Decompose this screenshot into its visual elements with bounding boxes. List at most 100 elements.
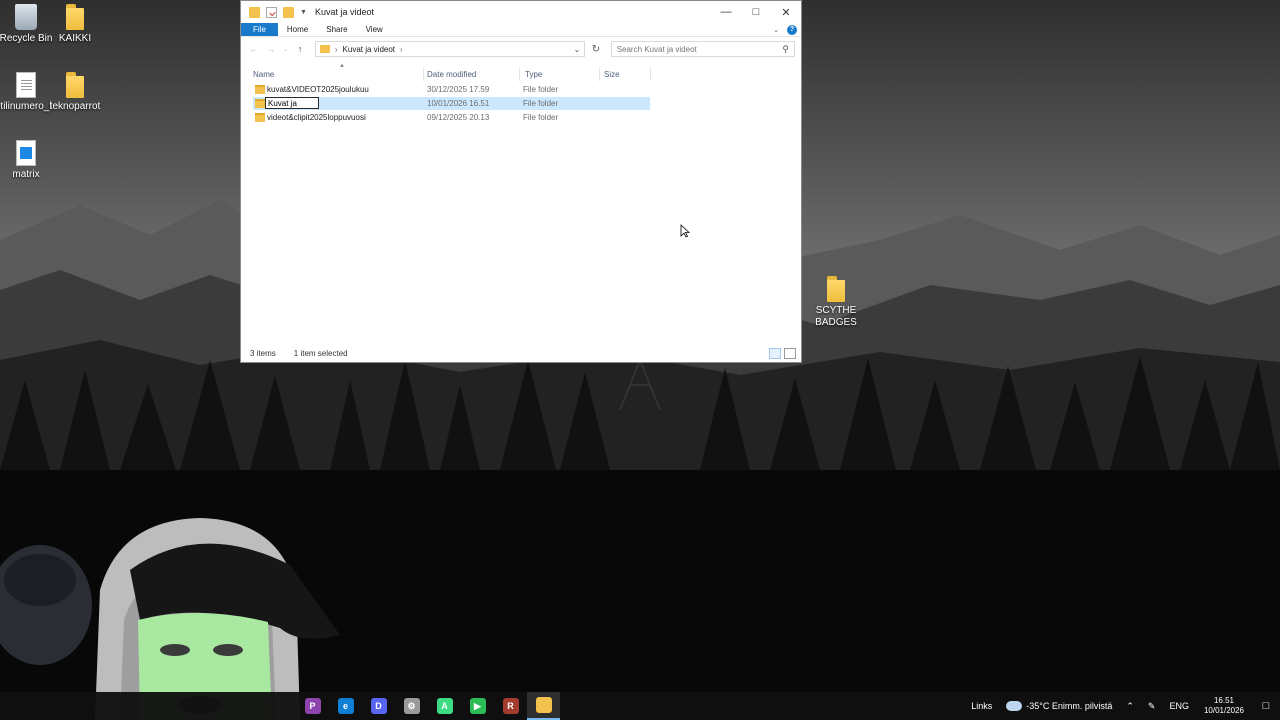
column-header-size[interactable]: Size [604, 70, 620, 79]
image-file-icon [16, 140, 36, 166]
clock-date: 10/01/2026 [1203, 706, 1244, 715]
clock-time: 16.51 [1213, 696, 1234, 705]
file-explorer-window: ▼ Kuvat ja videot — □ ✕ File Home Share … [240, 0, 802, 363]
expand-ribbon-icon[interactable]: ⌄ [773, 26, 779, 34]
folder-icon [255, 85, 265, 94]
rename-input[interactable] [265, 97, 319, 109]
taskbar-app-file-explorer[interactable] [527, 692, 560, 720]
column-divider[interactable] [519, 67, 520, 81]
file-type: File folder [523, 99, 559, 108]
large-icons-view-icon[interactable] [784, 347, 796, 359]
address-bar[interactable]: › Kuvat ja videot › ⌄ [314, 41, 586, 57]
desktop-icon-scythe-badges[interactable]: SCYTHE BADGES [798, 276, 874, 329]
up-arrow-icon[interactable]: ↑ [293, 44, 306, 54]
details-view-icon[interactable] [769, 347, 781, 359]
properties-icon[interactable] [266, 6, 277, 18]
desktop-icon-label: matrix [12, 169, 40, 180]
edge-icon: e [337, 698, 354, 714]
mouse-cursor-icon [680, 224, 690, 238]
recycle-bin-icon [15, 4, 37, 30]
navigation-bar: ← → ⌄ ↑ › Kuvat ja videot › ⌄ ↻ ⚲ [241, 37, 801, 61]
column-header-type[interactable]: Type [525, 70, 542, 79]
cloudy-weather-icon [1006, 701, 1023, 712]
minimize-button[interactable]: — [711, 1, 741, 23]
close-button[interactable]: ✕ [771, 1, 801, 23]
taskbar-app-media-player[interactable]: ▶ [461, 692, 494, 720]
search-icon[interactable]: ⚲ [782, 44, 789, 55]
forward-arrow-icon[interactable]: → [264, 44, 277, 54]
taskbar-app-settings[interactable]: ⚙ [395, 692, 428, 720]
file-date: 30/12/2025 17.59 [427, 85, 490, 94]
search-box[interactable]: ⚲ [610, 41, 796, 57]
notifications-icon[interactable]: □ [1252, 700, 1280, 712]
window-title: Kuvat ja videot [314, 7, 374, 17]
breadcrumb-separator-icon[interactable]: › [335, 45, 338, 54]
address-dropdown-icon[interactable]: ⌄ [574, 45, 581, 54]
discord-icon: D [370, 698, 387, 714]
quick-access-dropdown-icon[interactable]: ▼ [300, 9, 307, 16]
breadcrumb-item[interactable]: Kuvat ja videot [343, 45, 395, 54]
taskbar-app-android-studio[interactable]: A [428, 692, 461, 720]
media-player-icon: ▶ [469, 698, 486, 714]
taskbar-app-photos[interactable]: P [296, 692, 329, 720]
photos-icon: P [304, 698, 321, 714]
column-headers: ▲ Name Date modified Type Size [247, 63, 651, 83]
file-name: videot&clipit2025loppuvuosi [267, 113, 366, 122]
desktop-icon-teknoparrot[interactable]: teknoparrot [37, 72, 113, 113]
desktop-icon-kaikki[interactable]: KAIKKI [37, 4, 113, 45]
winrar-icon: R [502, 698, 519, 714]
weather-widget[interactable]: -35°C Enimm. pilvistä [999, 701, 1119, 712]
column-divider[interactable] [423, 67, 424, 81]
title-bar[interactable]: ▼ Kuvat ja videot — □ ✕ [241, 1, 801, 23]
text-document-icon [16, 72, 36, 98]
column-divider[interactable] [650, 67, 651, 81]
new-folder-icon[interactable] [283, 6, 294, 18]
taskbar-app-edge[interactable]: e [329, 692, 362, 720]
table-row[interactable]: videot&clipit2025loppuvuosi 09/12/2025 2… [253, 111, 650, 124]
file-date: 10/01/2026 16.51 [427, 99, 490, 108]
taskbar-apps: P e D ⚙ A ▶ R [296, 692, 560, 720]
webcam-overlay [0, 518, 340, 720]
recent-locations-icon[interactable]: ⌄ [282, 46, 290, 53]
tab-file[interactable]: File [241, 23, 278, 36]
search-input[interactable] [616, 44, 777, 54]
table-row[interactable]: kuvat&VIDEOT2025joulukuu 30/12/2025 17.5… [253, 83, 650, 96]
desktop-icon-label: SCYTHE BADGES [815, 305, 857, 328]
taskbar-app-discord[interactable]: D [362, 692, 395, 720]
ribbon-tabs: File Home Share View ⌄ ? [241, 23, 801, 37]
desktop-icon-label: teknoparrot [49, 101, 101, 112]
maximize-button[interactable]: □ [741, 1, 771, 23]
language-indicator[interactable]: ENG [1162, 701, 1196, 711]
desktop-icon-matrix[interactable]: matrix [0, 140, 64, 181]
system-tray: Links -35°C Enimm. pilvistä ⌃ ✎ ENG 16.5… [964, 692, 1280, 720]
file-name: kuvat&VIDEOT2025joulukuu [267, 85, 369, 94]
folder-icon [249, 6, 260, 18]
refresh-icon[interactable]: ↻ [589, 44, 602, 55]
taskbar-app-winrar[interactable]: R [494, 692, 527, 720]
sort-ascending-icon: ▲ [339, 63, 345, 69]
tab-share[interactable]: Share [317, 23, 356, 36]
column-divider[interactable] [599, 67, 600, 81]
show-hidden-icons-chevron-icon[interactable]: ⌃ [1119, 701, 1141, 712]
clock[interactable]: 16.51 10/01/2026 [1196, 696, 1252, 716]
tab-view[interactable]: View [357, 23, 392, 36]
pen-icon[interactable]: ✎ [1141, 701, 1163, 712]
breadcrumb-separator-icon[interactable]: › [400, 45, 403, 54]
folder-icon [64, 72, 86, 98]
folder-icon [319, 45, 330, 53]
table-row-selected[interactable]: 10/01/2026 16.51 File folder [253, 97, 650, 110]
android-studio-icon: A [436, 698, 453, 714]
column-header-date[interactable]: Date modified [427, 70, 476, 79]
selection-count: 1 item selected [293, 348, 348, 358]
help-icon[interactable]: ? [787, 24, 797, 35]
file-explorer-icon [535, 697, 552, 713]
column-header-name[interactable]: Name [253, 70, 274, 79]
tab-home[interactable]: Home [278, 23, 317, 36]
back-arrow-icon[interactable]: ← [247, 44, 260, 54]
desktop-icon-label: KAIKKI [58, 33, 92, 44]
links-toolbar[interactable]: Links [964, 701, 999, 711]
folder-icon [255, 99, 265, 108]
file-type: File folder [523, 113, 559, 122]
file-list: ▲ Name Date modified Type Size kuvat&VID… [241, 61, 801, 344]
file-date: 09/12/2025 20.13 [427, 113, 490, 122]
